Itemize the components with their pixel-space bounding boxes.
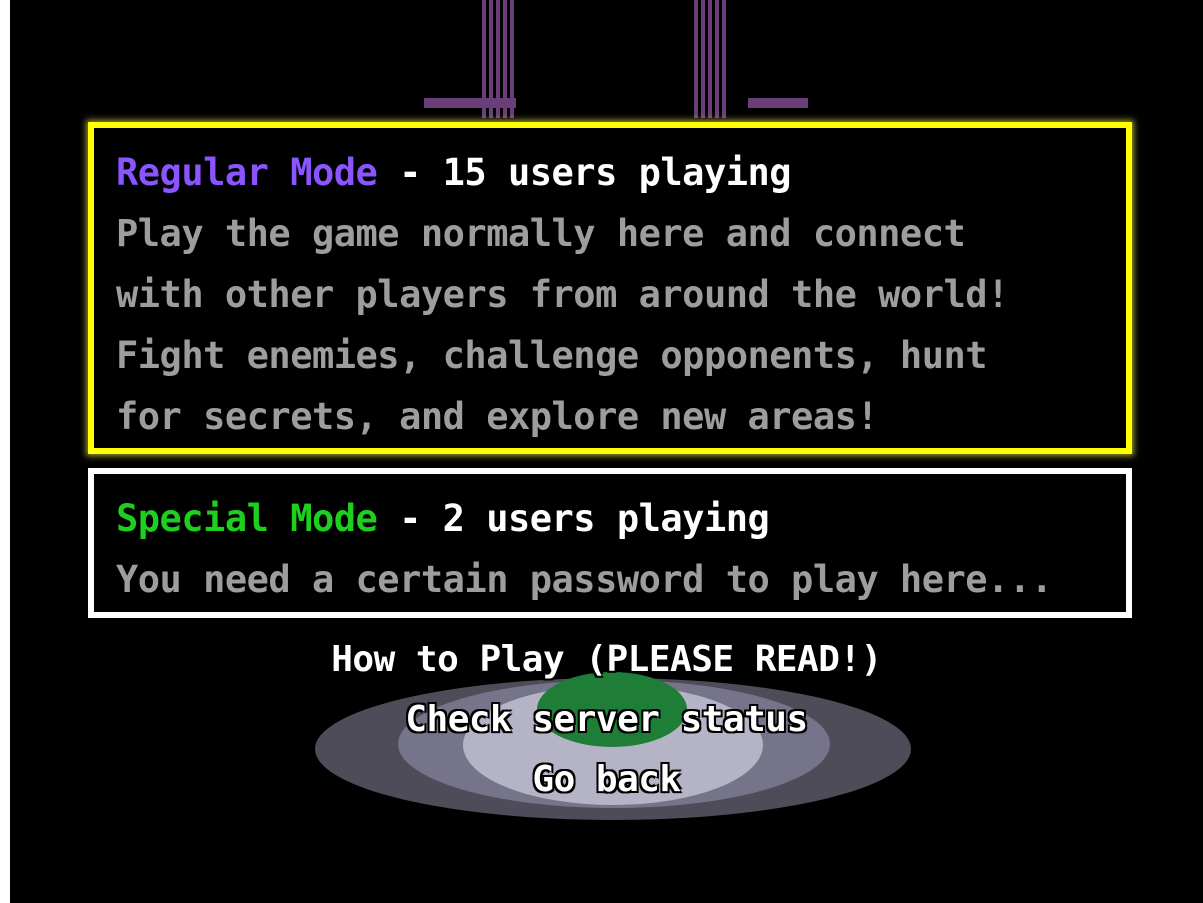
regular-mode-description-line: Play the game normally here and connect (116, 212, 966, 255)
regular-mode-description-line: for secrets, and explore new areas! (116, 395, 879, 438)
special-mode-separator: - (377, 497, 443, 540)
special-mode-status: 2 users playing (442, 497, 770, 540)
regular-mode-description-line: Fight enemies, challenge opponents, hunt (116, 334, 988, 377)
game-screen: Regular Mode - 15 users playing Play the… (10, 0, 1203, 903)
check-server-status-button[interactable]: Check server status (10, 690, 1203, 750)
regular-mode-status: 15 users playing (442, 151, 792, 194)
right-pillar (694, 0, 726, 118)
right-pillar-base (748, 98, 808, 108)
regular-mode-separator: - (377, 151, 443, 194)
left-pillar-base (424, 98, 516, 108)
regular-mode-name: Regular Mode (116, 151, 378, 194)
how-to-play-button[interactable]: How to Play (PLEASE READ!) (10, 630, 1203, 690)
go-back-button[interactable]: Go back (10, 750, 1203, 810)
special-mode-title: Special Mode - 2 users playing (116, 488, 1104, 549)
regular-mode-description-line: with other players from around the world… (116, 273, 1009, 316)
regular-mode-title: Regular Mode - 15 users playing (116, 142, 1104, 203)
regular-mode-option[interactable]: Regular Mode - 15 users playing Play the… (88, 122, 1132, 454)
special-mode-option[interactable]: Special Mode - 2 users playing You need … (88, 468, 1132, 618)
special-mode-name: Special Mode (116, 497, 378, 540)
special-mode-description-line: You need a certain password to play here… (116, 558, 1053, 601)
